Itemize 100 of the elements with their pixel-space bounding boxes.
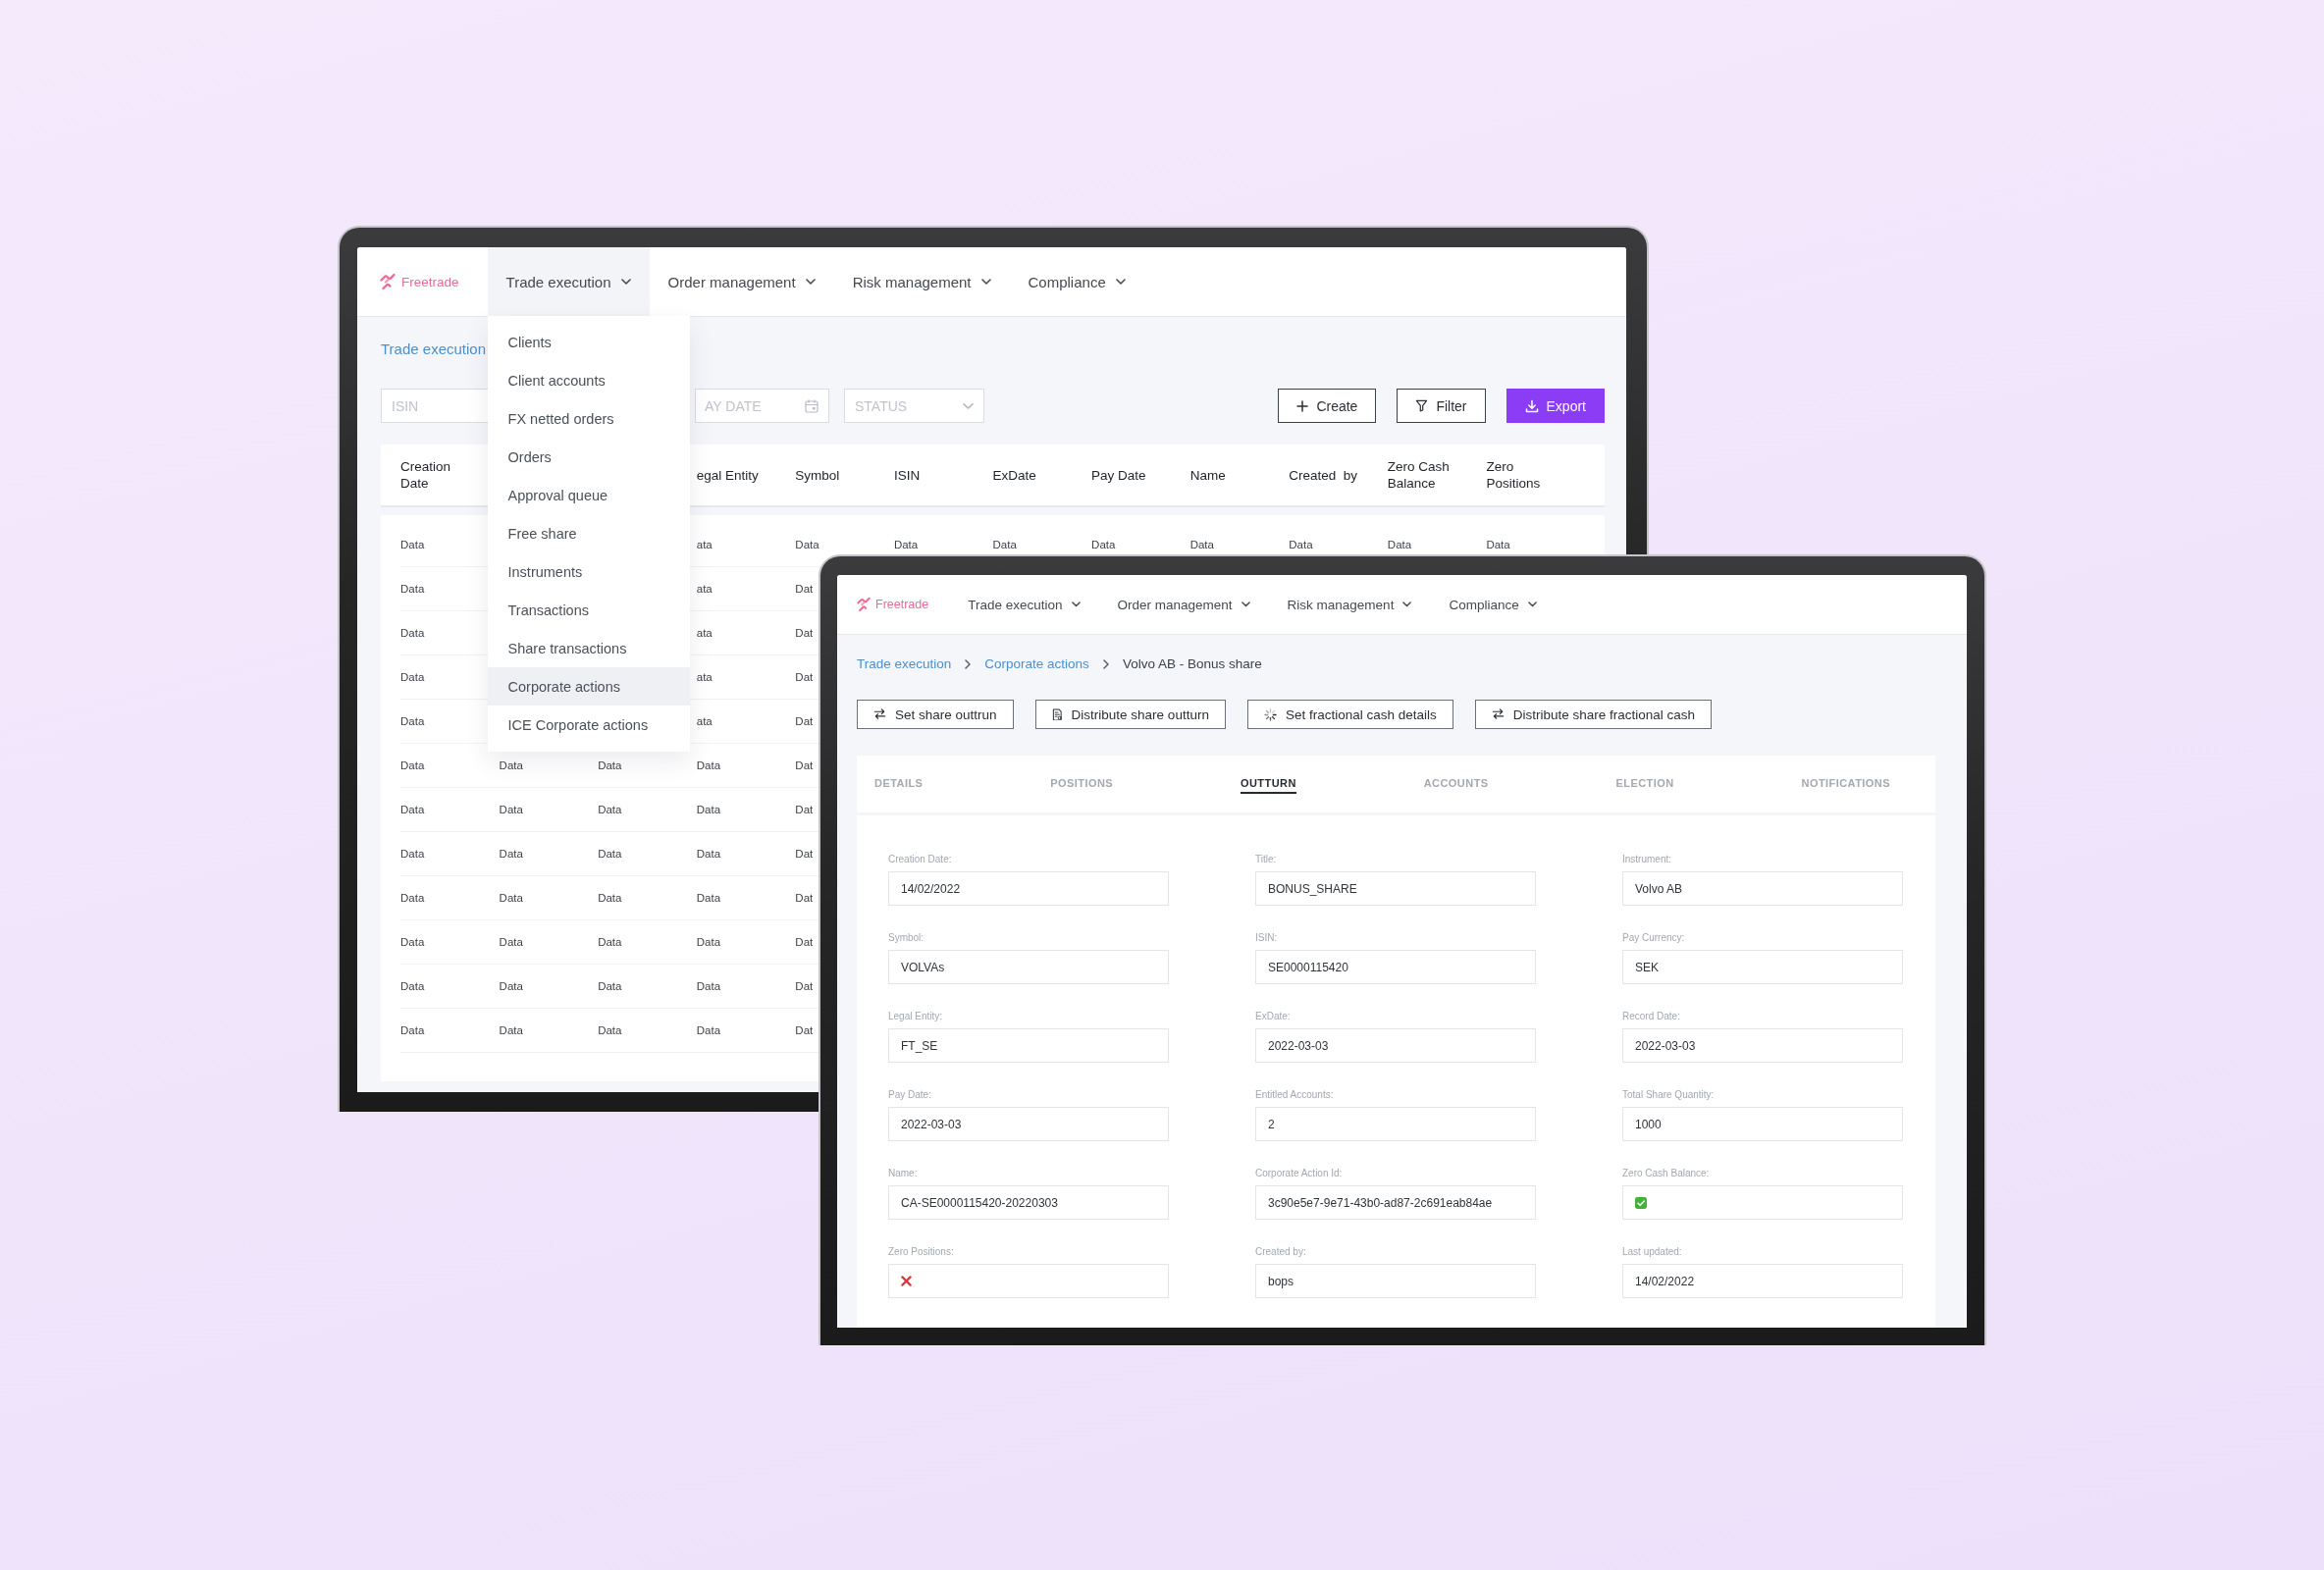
nav-menu-item[interactable]: Risk management bbox=[833, 247, 1010, 316]
filter-button[interactable]: Filter bbox=[1397, 389, 1486, 423]
column-header: Symbol bbox=[795, 466, 840, 484]
nav-menu-item[interactable]: Trade execution bbox=[949, 575, 1099, 634]
menu-item[interactable]: Corporate actions bbox=[487, 667, 690, 706]
field-label: Record Date: bbox=[1622, 1010, 1680, 1022]
table-cell: Data bbox=[400, 1023, 425, 1037]
table-cell: Data bbox=[400, 979, 425, 993]
table-cell: Data bbox=[893, 538, 919, 551]
table-cell: Data bbox=[795, 538, 819, 551]
field-label: Creation Date: bbox=[888, 853, 952, 865]
table-cell: Data bbox=[1189, 538, 1214, 551]
input-field[interactable]: 2022-03-03 bbox=[1255, 1028, 1536, 1063]
input-field[interactable]: SE0000115420 bbox=[1255, 950, 1536, 984]
input-field[interactable]: bops bbox=[1255, 1264, 1536, 1298]
input-field[interactable]: FT_SE bbox=[888, 1028, 1169, 1063]
calendar-icon bbox=[805, 398, 819, 413]
table-cell: Dat bbox=[795, 847, 814, 861]
select-field[interactable]: STATUS bbox=[844, 389, 984, 423]
field-label: ISIN: bbox=[1255, 931, 1278, 944]
menu-item[interactable]: Free share bbox=[487, 514, 690, 552]
table-cell: Data bbox=[499, 1023, 523, 1037]
input-field[interactable]: 2 bbox=[1255, 1107, 1536, 1141]
table-cell: Data bbox=[696, 847, 721, 861]
column-header: Zero Positions bbox=[1486, 458, 1542, 492]
nav-menu-item[interactable]: Order management bbox=[1098, 575, 1269, 634]
table-cell: Data bbox=[598, 759, 622, 772]
input-field[interactable]: CA-SE0000115420-20220303 bbox=[888, 1185, 1169, 1220]
input-field[interactable]: 2022-03-03 bbox=[888, 1107, 1169, 1141]
field-label: Corporate Action Id: bbox=[1255, 1167, 1343, 1179]
table-cell: Data bbox=[598, 935, 622, 949]
table-cell: Data bbox=[400, 582, 425, 596]
menu-item[interactable]: Approval queue bbox=[487, 476, 690, 514]
table-cell: Data bbox=[696, 803, 721, 816]
menu-item[interactable]: Transactions bbox=[487, 591, 690, 629]
funnel-icon bbox=[1415, 399, 1429, 412]
action-button[interactable]: Distribute share outturn bbox=[1034, 700, 1226, 729]
input-field[interactable]: SEK bbox=[1622, 950, 1903, 984]
input-field[interactable]: 1000 bbox=[1622, 1107, 1903, 1141]
menu-item[interactable]: Clients bbox=[487, 323, 690, 361]
field-label: Last updated: bbox=[1622, 1245, 1682, 1258]
nav-menu-item[interactable]: Compliance bbox=[1009, 247, 1144, 316]
menu-item[interactable]: Instruments bbox=[487, 552, 690, 591]
input-field[interactable]: 14/02/2022 bbox=[888, 871, 1169, 906]
field-label: Title: bbox=[1255, 853, 1277, 865]
column-header: Zero Cash Balance bbox=[1387, 458, 1451, 492]
input-field[interactable]: BONUS_SHARE bbox=[1255, 871, 1536, 906]
menu-item[interactable]: FX netted orders bbox=[487, 399, 690, 438]
tab[interactable]: OUTTURN bbox=[1240, 774, 1296, 794]
table-cell: Data bbox=[1387, 538, 1412, 551]
table-cell: Data bbox=[400, 935, 425, 949]
table-cell: Data bbox=[400, 803, 425, 816]
menu-item[interactable]: Client accounts bbox=[487, 361, 690, 399]
input-field[interactable]: ISIN bbox=[381, 389, 489, 423]
nav-menu-item[interactable]: Risk management bbox=[1268, 575, 1431, 634]
input-field[interactable] bbox=[1622, 1185, 1903, 1220]
field-label: Name: bbox=[888, 1167, 918, 1179]
table-cell: Data bbox=[499, 759, 523, 772]
chevron-down-icon bbox=[963, 402, 974, 409]
logo-text: Freetrade bbox=[875, 598, 929, 611]
table-cell: ata bbox=[696, 714, 713, 728]
input-field[interactable]: 2022-03-03 bbox=[1622, 1028, 1903, 1063]
input-field[interactable]: 14/02/2022 bbox=[1622, 1264, 1903, 1298]
action-button[interactable]: Set fractional cash details bbox=[1246, 700, 1453, 729]
create-button[interactable]: Create bbox=[1278, 389, 1377, 423]
input-field[interactable]: VOLVAs bbox=[888, 950, 1169, 984]
table-cell: Data bbox=[400, 626, 425, 640]
column-header: egal Entity bbox=[696, 466, 759, 484]
table-cell: Dat bbox=[795, 714, 814, 728]
field-label: Pay Currency: bbox=[1622, 931, 1685, 944]
input-field[interactable] bbox=[888, 1264, 1169, 1298]
chevron-down-icon bbox=[805, 279, 816, 285]
field-label: Zero Positions: bbox=[888, 1245, 954, 1258]
table-cell: Dat bbox=[795, 803, 814, 816]
nav-menu-item[interactable]: Order management bbox=[649, 247, 834, 316]
export-button[interactable]: Export bbox=[1505, 389, 1605, 423]
input-field[interactable]: 3c90e5e7-9e71-43b0-ad87-2c691eab84ae bbox=[1255, 1185, 1536, 1220]
field-label: Legal Entity: bbox=[888, 1010, 943, 1022]
table-cell: Data bbox=[1091, 538, 1116, 551]
field-label: Instrument: bbox=[1622, 853, 1672, 865]
chevron-right-icon bbox=[1102, 659, 1109, 669]
action-button[interactable]: Distribute share fractional cash bbox=[1474, 700, 1713, 729]
nav-menu-item[interactable]: Trade execution bbox=[487, 247, 650, 316]
table-cell: Data bbox=[696, 935, 721, 949]
table-cell: Data bbox=[400, 714, 425, 728]
breadcrumb-current: Volvo AB - Bonus share bbox=[1122, 655, 1262, 673]
field-label: Pay Date: bbox=[888, 1088, 931, 1101]
input-field[interactable]: Volvo AB bbox=[1622, 871, 1903, 906]
menu-item[interactable]: ICE Corporate actions bbox=[487, 706, 690, 744]
date-field[interactable]: AY DATE bbox=[695, 389, 829, 423]
nav-menu-item[interactable]: Compliance bbox=[1430, 575, 1556, 634]
table-cell: Data bbox=[696, 759, 721, 772]
menu-item[interactable]: Share transactions bbox=[487, 629, 690, 667]
chevron-down-icon bbox=[1115, 279, 1126, 285]
field-label: Zero Cash Balance: bbox=[1622, 1167, 1710, 1179]
menu-item[interactable]: Orders bbox=[487, 438, 690, 476]
table-cell: Data bbox=[598, 1023, 622, 1037]
field-label: Total Share Quantity: bbox=[1622, 1088, 1715, 1101]
logo-icon bbox=[857, 597, 871, 612]
action-button[interactable]: Set share outtrun bbox=[857, 700, 1014, 729]
